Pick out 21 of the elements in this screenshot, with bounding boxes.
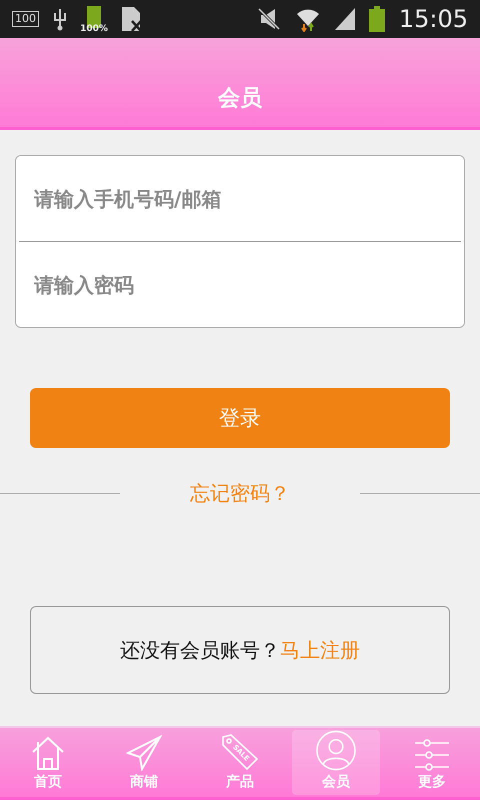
usb-icon: [53, 7, 67, 31]
nav-tab[interactable]: 商铺: [100, 730, 188, 795]
mute-icon: [256, 7, 281, 31]
signal-icon: [334, 8, 355, 30]
nav-tab[interactable]: 首页: [4, 730, 92, 795]
battery-level-text: 100: [12, 11, 39, 27]
home-icon: [30, 735, 66, 771]
battery-icon: [368, 6, 385, 32]
battery-charge-indicator: 100%: [81, 4, 107, 34]
nav-tab[interactable]: 更多: [388, 730, 476, 795]
sim-card-icon: [121, 6, 143, 32]
sliders-icon: [414, 739, 450, 771]
paper-plane-icon: [126, 735, 162, 771]
user-icon: [315, 730, 357, 771]
nav-tab[interactable]: 会员: [292, 730, 380, 795]
page-title: 会员: [218, 85, 262, 113]
register-prompt: 还没有会员账号？: [120, 636, 280, 664]
login-button[interactable]: 登录: [30, 388, 450, 448]
register-link[interactable]: 马上注册: [280, 636, 360, 664]
forgot-password-link[interactable]: 忘记密码？: [190, 480, 290, 504]
clock-time: 15:05: [398, 5, 468, 33]
